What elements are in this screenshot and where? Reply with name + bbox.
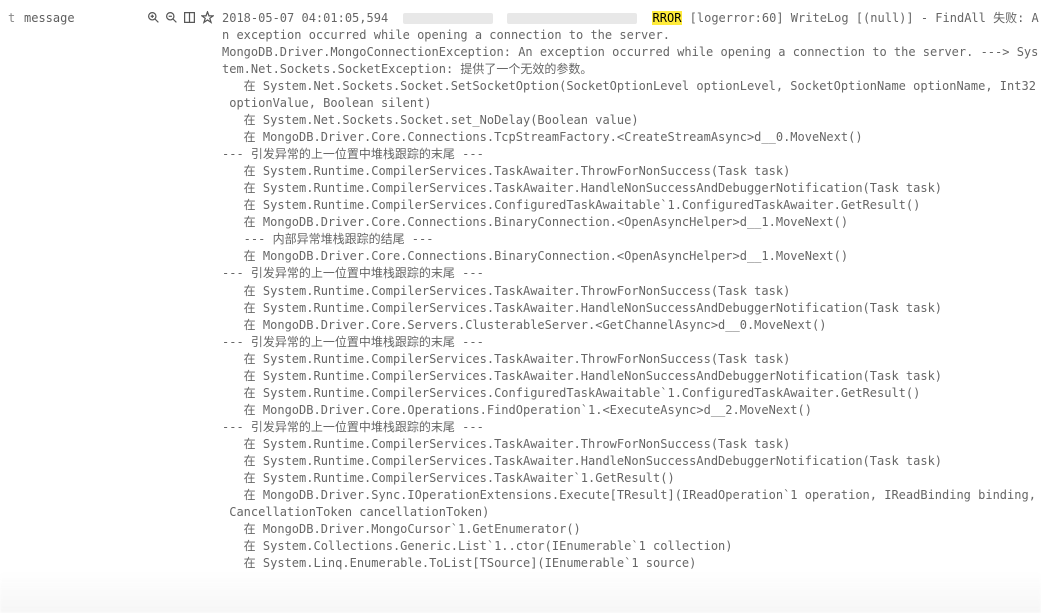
zoom-in-icon[interactable] xyxy=(146,10,160,24)
log-message-content[interactable]: 2018-05-07 04:01:05,594 RROR [logerror:6… xyxy=(216,0,1041,613)
log-body: n exception occurred while opening a con… xyxy=(222,28,1038,570)
log-level-highlight: RROR xyxy=(652,11,683,25)
log-timestamp: 2018-05-07 04:01:05,594 xyxy=(222,11,388,25)
field-type-indicator: t xyxy=(8,10,18,27)
field-name-label[interactable]: message xyxy=(24,10,75,27)
zoom-out-icon[interactable] xyxy=(164,10,178,24)
columns-icon[interactable] xyxy=(182,10,196,24)
log-header-tail: [logerror:60] WriteLog [(null)] - FindAl… xyxy=(682,11,1038,25)
field-column: t message xyxy=(0,0,140,613)
log-first-line: 2018-05-07 04:01:05,594 RROR [logerror:6… xyxy=(222,10,1041,27)
main-container: t message 2018-05-07 04:01:05,594 RROR [… xyxy=(0,0,1041,613)
blurred-footer xyxy=(0,571,1041,613)
filter-icon[interactable] xyxy=(200,10,214,24)
row-toolbar xyxy=(140,0,216,613)
